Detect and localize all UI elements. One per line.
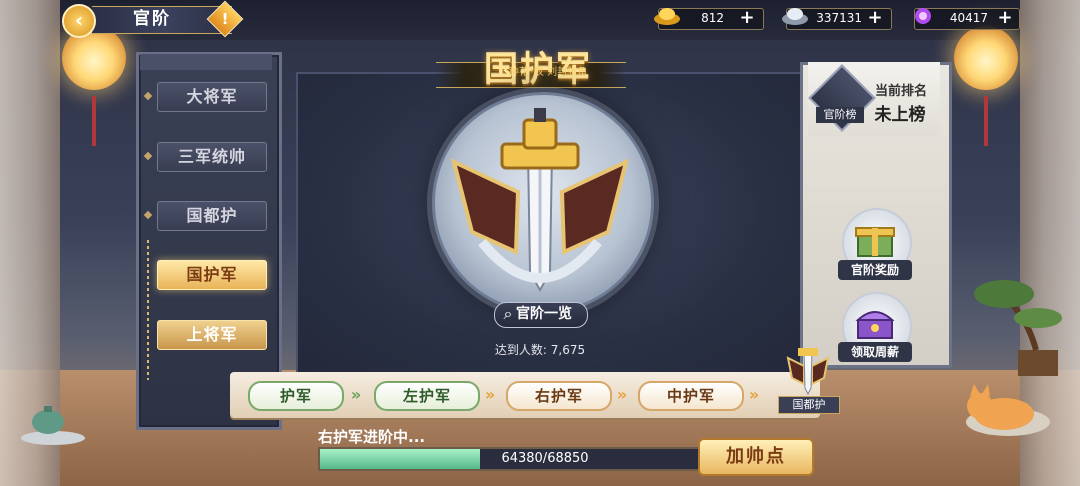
rank-item-san-jun-tong-shuai[interactable]: 三军统帅: [157, 142, 267, 172]
rank-item-shang-jiang-jun[interactable]: 上将军: [157, 320, 267, 350]
sword-emblem-icon: [451, 108, 629, 293]
stage-zuo-hu-jun[interactable]: 左护军: [374, 381, 480, 411]
rank-item-da-jiang-jun[interactable]: 大将军: [157, 82, 267, 112]
progress-fill: [320, 449, 480, 469]
search-icon: ⌕: [503, 304, 513, 323]
add-spirit-button[interactable]: +: [996, 9, 1014, 27]
stage-you-hu-jun[interactable]: 右护军: [506, 381, 612, 411]
chevron-left-icon: ‹: [74, 8, 84, 32]
bonsai-icon: [974, 280, 1062, 376]
left-tassel: [92, 96, 96, 146]
chevron-right-icon: »: [350, 385, 362, 404]
teapot-icon: [21, 406, 85, 445]
rank-item-guo-hu-jun[interactable]: 国护军: [157, 260, 267, 290]
rank-overview-label: 官阶一览: [516, 306, 572, 322]
reached-count: 达到人数: 7,675: [494, 343, 586, 357]
progress-text: 64380/68850: [501, 451, 589, 466]
rank-panel-header: [140, 54, 272, 70]
next-rank-emblem-icon[interactable]: [784, 338, 832, 396]
stage-zhong-hu-jun[interactable]: 中护军: [638, 381, 744, 411]
progress-dotted-line: [147, 240, 149, 380]
chevron-right-icon: »: [616, 385, 628, 404]
spirit-value: 40417: [949, 11, 988, 25]
gift-box-icon: [855, 227, 895, 257]
rank-item-guo-du-hu[interactable]: 国都护: [157, 201, 267, 231]
final-stage-label: 国都护: [778, 396, 840, 414]
stage-hu-jun[interactable]: 护军: [248, 381, 344, 411]
sleeping-cat-icon: [966, 384, 1050, 436]
gold-value: 812: [701, 11, 724, 25]
chevron-right-icon: »: [484, 385, 496, 404]
weekly-salary-label: 领取周薪: [838, 342, 912, 362]
purple-flame-icon: [915, 8, 931, 24]
current-rank-value: 未上榜: [874, 105, 926, 125]
silver-value: 337131: [816, 11, 862, 25]
treasure-chest-icon: [855, 311, 895, 339]
rank-rewards-label: 官阶奖励: [838, 260, 912, 280]
gold-ingot-icon: [654, 8, 680, 25]
rank-caption: 种花*攻 刘封张角: [508, 67, 588, 78]
ranking-badge-label: 官阶榜: [816, 107, 864, 123]
chevron-right-icon: »: [748, 385, 760, 404]
back-button[interactable]: ‹: [62, 4, 96, 38]
add-gold-button[interactable]: +: [738, 9, 756, 27]
page-title: 官阶: [133, 9, 171, 29]
add-silver-button[interactable]: +: [866, 9, 884, 27]
add-points-button[interactable]: 加帅点: [698, 438, 814, 476]
current-rank-label: 当前排名: [874, 84, 927, 99]
right-lantern-icon: [954, 26, 1018, 90]
right-tassel: [984, 96, 988, 146]
info-icon: !: [221, 10, 229, 28]
progress-caption: 右护军进阶中...: [318, 428, 426, 446]
